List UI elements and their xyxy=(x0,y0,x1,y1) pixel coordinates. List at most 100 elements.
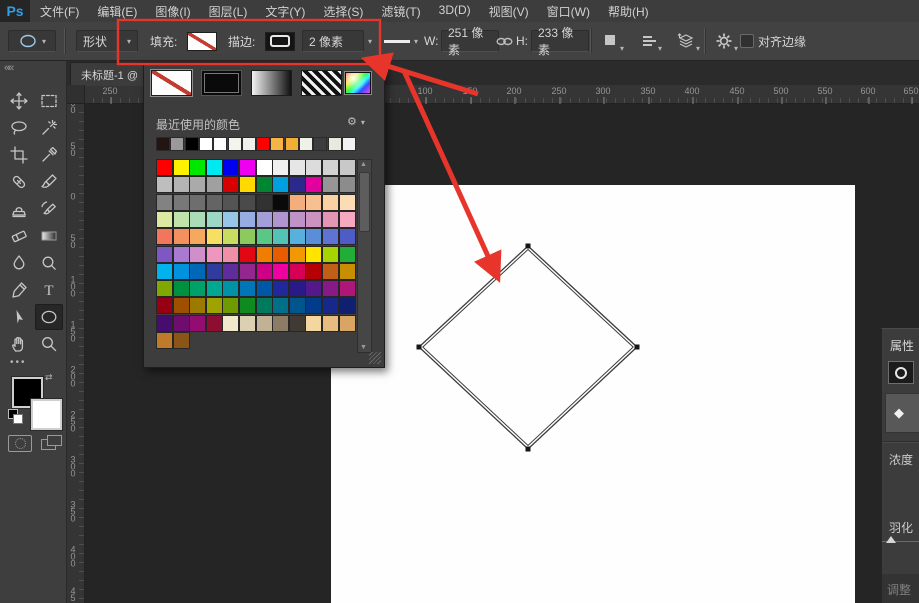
color-swatch[interactable] xyxy=(339,228,356,245)
color-swatch[interactable] xyxy=(272,280,289,297)
crop-tool[interactable] xyxy=(5,142,33,168)
fill-swatch-none[interactable] xyxy=(187,32,217,51)
color-swatch[interactable] xyxy=(305,176,322,193)
color-swatch[interactable] xyxy=(156,332,173,349)
color-swatch[interactable] xyxy=(305,211,322,228)
gradient-tool[interactable] xyxy=(35,223,63,249)
color-swatch[interactable] xyxy=(322,280,339,297)
color-swatch[interactable] xyxy=(173,297,190,314)
color-swatch[interactable] xyxy=(239,297,256,314)
color-swatch[interactable] xyxy=(322,263,339,280)
color-swatch[interactable] xyxy=(173,211,190,228)
panel-resize-grip[interactable] xyxy=(369,352,381,364)
color-swatch[interactable] xyxy=(189,297,206,314)
align-edges-checkbox[interactable] xyxy=(740,34,754,48)
color-swatch[interactable] xyxy=(256,263,273,280)
color-swatch[interactable] xyxy=(222,246,239,263)
recent-color-swatch[interactable] xyxy=(199,137,213,151)
color-swatch[interactable] xyxy=(156,176,173,193)
color-swatch[interactable] xyxy=(322,194,339,211)
fill-type-gradient-button[interactable] xyxy=(251,70,292,96)
color-swatch[interactable] xyxy=(156,211,173,228)
menu-item-6[interactable]: 选择(S) xyxy=(323,3,363,20)
color-swatch[interactable] xyxy=(222,280,239,297)
color-swatch[interactable] xyxy=(206,246,223,263)
color-swatch[interactable] xyxy=(322,246,339,263)
color-swatch[interactable] xyxy=(272,194,289,211)
more-tools-icon[interactable]: ••• xyxy=(10,357,27,368)
color-swatch[interactable] xyxy=(289,263,306,280)
stroke-swatch[interactable] xyxy=(265,32,295,51)
recent-color-swatch[interactable] xyxy=(228,137,242,151)
color-swatch[interactable] xyxy=(256,159,273,176)
stroke-style-dropdown[interactable]: ▾ xyxy=(384,22,418,60)
color-swatch[interactable] xyxy=(272,263,289,280)
path-operations-button[interactable]: ▾ xyxy=(602,22,628,60)
color-swatch[interactable] xyxy=(239,246,256,263)
menu-item-9[interactable]: 视图(V) xyxy=(489,3,529,20)
color-swatch[interactable] xyxy=(156,159,173,176)
menu-item-11[interactable]: 帮助(H) xyxy=(608,3,649,20)
tool-mode-dropdown[interactable]: 形状 ▾ xyxy=(76,30,138,52)
color-picker-button[interactable] xyxy=(345,72,371,94)
color-swatch[interactable] xyxy=(272,211,289,228)
color-swatch[interactable] xyxy=(289,246,306,263)
color-swatch[interactable] xyxy=(256,228,273,245)
color-swatch[interactable] xyxy=(256,194,273,211)
color-swatch[interactable] xyxy=(272,228,289,245)
canvas[interactable] xyxy=(331,185,855,603)
color-swatch[interactable] xyxy=(305,280,322,297)
color-swatch[interactable] xyxy=(189,246,206,263)
color-swatch[interactable] xyxy=(173,194,190,211)
width-input[interactable]: 251 像素 xyxy=(441,30,499,52)
color-swatch[interactable] xyxy=(222,176,239,193)
color-swatch[interactable] xyxy=(239,211,256,228)
color-swatch[interactable] xyxy=(339,263,356,280)
color-swatch[interactable] xyxy=(222,228,239,245)
scrollbar-thumb[interactable] xyxy=(359,172,370,232)
color-swatch[interactable] xyxy=(173,332,190,349)
color-swatch[interactable] xyxy=(256,246,273,263)
color-swatch[interactable] xyxy=(206,228,223,245)
color-swatch[interactable] xyxy=(289,280,306,297)
color-swatch[interactable] xyxy=(272,159,289,176)
color-swatch[interactable] xyxy=(206,315,223,332)
screen-mode-button[interactable] xyxy=(40,435,62,450)
rect-marquee-tool[interactable] xyxy=(35,88,63,114)
color-swatch[interactable] xyxy=(322,159,339,176)
path-alignment-button[interactable]: ▾ xyxy=(640,22,666,60)
color-swatch[interactable] xyxy=(322,176,339,193)
color-swatch[interactable] xyxy=(156,263,173,280)
recent-color-swatch[interactable] xyxy=(170,137,184,151)
background-color-chip[interactable] xyxy=(31,399,62,430)
color-swatch[interactable] xyxy=(256,211,273,228)
menu-item-7[interactable]: 滤镜(T) xyxy=(381,3,420,20)
color-swatch[interactable] xyxy=(189,194,206,211)
recent-color-swatch[interactable] xyxy=(299,137,313,151)
color-swatch[interactable] xyxy=(239,280,256,297)
color-swatch[interactable] xyxy=(173,159,190,176)
color-swatch[interactable] xyxy=(156,297,173,314)
fill-type-none-button[interactable] xyxy=(151,70,192,96)
recent-color-swatch[interactable] xyxy=(313,137,327,151)
quick-mask-button[interactable] xyxy=(8,435,32,452)
vector-mask-button[interactable]: ◆ xyxy=(885,393,919,433)
hand-tool[interactable] xyxy=(5,331,33,357)
eraser-tool[interactable] xyxy=(5,223,33,249)
color-swatch[interactable] xyxy=(206,176,223,193)
color-swatch[interactable] xyxy=(222,211,239,228)
color-swatch[interactable] xyxy=(189,211,206,228)
color-swatch[interactable] xyxy=(272,297,289,314)
color-swatch[interactable] xyxy=(156,194,173,211)
color-swatch[interactable] xyxy=(322,315,339,332)
color-swatch[interactable] xyxy=(289,211,306,228)
recent-color-swatch[interactable] xyxy=(242,137,256,151)
color-swatch[interactable] xyxy=(173,246,190,263)
swatch-scrollbar[interactable]: ▲ ▼ xyxy=(357,159,372,353)
recent-color-swatch[interactable] xyxy=(328,137,342,151)
color-swatch[interactable] xyxy=(173,315,190,332)
color-swatch[interactable] xyxy=(173,228,190,245)
chevron-down-icon[interactable]: ▾ xyxy=(368,37,372,46)
color-swatch[interactable] xyxy=(222,159,239,176)
color-swatch[interactable] xyxy=(339,211,356,228)
